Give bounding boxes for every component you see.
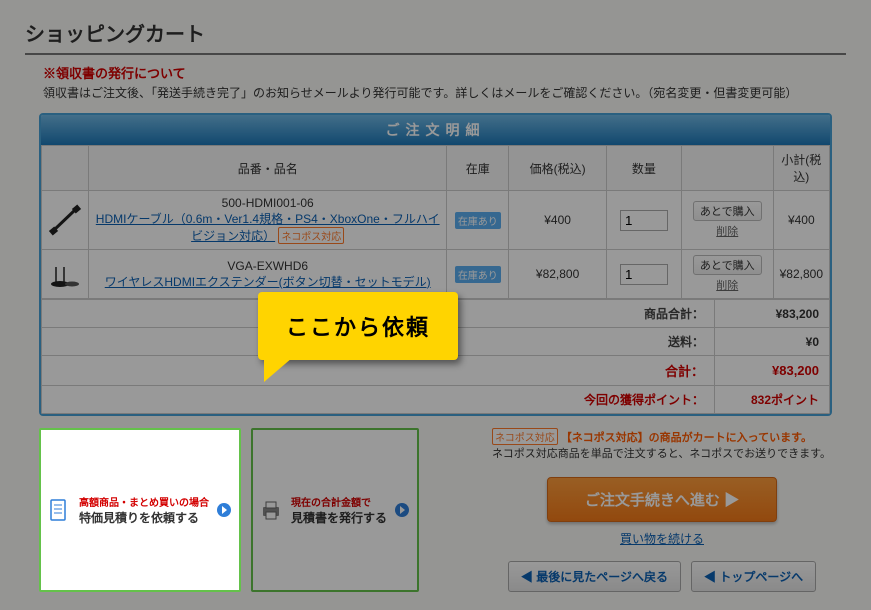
shipping-value: ¥0 — [715, 328, 830, 356]
quote-request-line2: 特価見積りを依頼する — [79, 509, 209, 526]
product-thumb — [42, 191, 89, 250]
request-special-quote-button[interactable]: 高額商品・まとめ買いの場合 特価見積りを依頼する — [39, 428, 241, 592]
callout-tooltip: ここから依頼 — [258, 292, 458, 360]
receipt-note: ※領収書の発行について 領収書はご注文後、「発送手続き完了」のお知らせメールより… — [43, 63, 846, 101]
wireless-extender-icon — [48, 257, 82, 291]
table-row: 500-HDMI001-06 HDMIケーブル（0.6m・Ver1.4規格・PS… — [42, 191, 830, 250]
subtotal-cell: ¥82,800 — [773, 250, 829, 299]
product-name-cell: 500-HDMI001-06 HDMIケーブル（0.6m・Ver1.4規格・PS… — [89, 191, 447, 250]
nekopos-note: ネコポス対応 【ネコポス対応】の商品がカートに入っています。 ネコポス対応商品を… — [492, 428, 832, 461]
th-subtotal: 小計(税込) — [773, 146, 829, 191]
stock-badge: 在庫あり — [455, 266, 501, 283]
estimate-print-line1: 現在の合計金額で — [291, 494, 387, 509]
quantity-input[interactable] — [620, 210, 668, 231]
nekopos-note-title: 【ネコポス対応】の商品がカートに入っています。 — [561, 432, 812, 444]
th-actions — [681, 146, 773, 191]
nekopos-badge: ネコポス対応 — [492, 428, 558, 445]
estimate-print-line2: 見積書を発行する — [291, 509, 387, 526]
th-stock: 在庫 — [447, 146, 509, 191]
right-column: ネコポス対応 【ネコポス対応】の商品がカートに入っています。 ネコポス対応商品を… — [492, 428, 832, 592]
left-action-buttons: 高額商品・まとめ買いの場合 特価見積りを依頼する 現在の合計金額で 見積書を発行… — [39, 428, 419, 592]
points-value: 832ポイント — [715, 386, 830, 414]
arrow-right-icon — [395, 503, 409, 517]
grand-total-value: ¥83,200 — [715, 356, 830, 386]
price-cell: ¥400 — [509, 191, 607, 250]
delete-link[interactable]: 削除 — [716, 226, 738, 238]
points-label: 今回の獲得ポイント： — [42, 386, 715, 414]
nekopos-note-body: ネコポス対応商品を単品で注文すると、ネコポスでお送りできます。 — [492, 448, 831, 460]
order-details-header: ご注文明細 — [41, 115, 830, 145]
quantity-input[interactable] — [620, 264, 668, 285]
th-qty: 数量 — [606, 146, 681, 191]
quote-request-line1: 高額商品・まとめ買いの場合 — [79, 494, 209, 509]
order-details: ご注文明細 品番・品名 在庫 価格(税込) 数量 小計(税込) — [39, 113, 832, 416]
delete-link[interactable]: 削除 — [716, 280, 738, 292]
back-to-last-page-button[interactable]: ◀ 最後に見たページへ戻る — [508, 561, 681, 592]
order-table: 品番・品名 在庫 価格(税込) 数量 小計(税込) — [41, 145, 830, 299]
printer-icon — [259, 498, 283, 522]
document-icon — [47, 498, 71, 522]
th-price: 価格(税込) — [509, 146, 607, 191]
subtotal-cell: ¥400 — [773, 191, 829, 250]
th-name: 品番・品名 — [89, 146, 447, 191]
hdmi-cable-icon — [48, 203, 82, 237]
print-estimate-button[interactable]: 現在の合計金額で 見積書を発行する — [251, 428, 419, 592]
grand-total-label: 合計： — [42, 356, 715, 386]
product-link[interactable]: HDMIケーブル（0.6m・Ver1.4規格・PS4・XboxOne・フルハイビ… — [96, 212, 440, 243]
arrow-right-icon — [217, 503, 231, 517]
price-cell: ¥82,800 — [509, 250, 607, 299]
nekopos-badge: ネコポス対応 — [278, 227, 344, 244]
continue-shopping-link[interactable]: 買い物を続ける — [492, 530, 832, 547]
page-title: ショッピングカート — [25, 18, 846, 55]
product-link[interactable]: ワイヤレスHDMIエクステンダー(ボタン切替・セットモデル) — [105, 275, 431, 289]
proceed-to-checkout-button[interactable]: ご注文手続きへ進む ▶ — [547, 477, 777, 522]
stock-badge: 在庫あり — [455, 212, 501, 229]
receipt-note-body: 領収書はご注文後、「発送手続き完了」のお知らせメールより発行可能です。詳しくはメ… — [43, 84, 846, 101]
save-for-later-button[interactable]: あとで購入 — [693, 201, 762, 221]
save-for-later-button[interactable]: あとで購入 — [693, 255, 762, 275]
to-top-page-button[interactable]: ◀ トップページへ — [691, 561, 816, 592]
product-model: VGA-EXWHD6 — [95, 259, 440, 273]
subtotal-value: ¥83,200 — [715, 300, 830, 328]
receipt-note-title: ※領収書の発行について — [43, 63, 846, 82]
product-model: 500-HDMI001-06 — [95, 196, 440, 210]
th-thumb — [42, 146, 89, 191]
product-thumb — [42, 250, 89, 299]
